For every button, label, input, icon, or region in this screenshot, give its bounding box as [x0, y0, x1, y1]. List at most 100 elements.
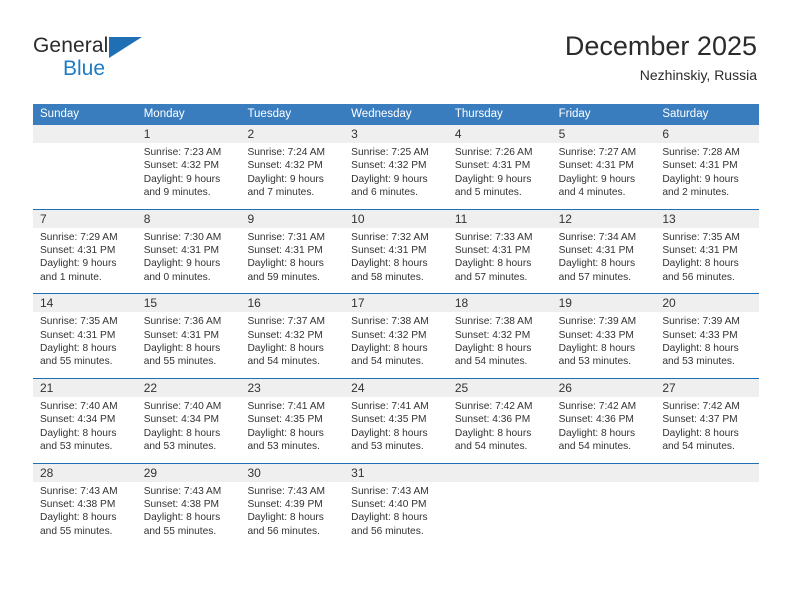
day-sun-info: Sunrise: 7:35 AM Sunset: 4:31 PM Daylight:… — [33, 312, 137, 378]
day-sun-info: Sunrise: 7:30 AM Sunset: 4:31 PM Daylight:… — [137, 228, 241, 294]
daylight-text: Daylight: 8 hours and 54 minutes. — [662, 427, 739, 453]
calendar-day-cell[interactable]: 3 Sunrise: 7:25 AM Sunset: 4:32 PM Daylight… — [344, 125, 448, 209]
calendar-day-cell[interactable]: 27 Sunrise: 7:42 AM Sunset: 4:37 PM Dayligh… — [655, 378, 760, 463]
weekday-header-row: Sunday Monday Tuesday Wednesday Thursday… — [33, 104, 759, 125]
calendar-day-cell[interactable]: 13 Sunrise: 7:35 AM Sunset: 4:31 PM Dayligh… — [655, 209, 760, 294]
day-sun-info: Sunrise: 7:43 AM Sunset: 4:38 PM Daylight:… — [137, 482, 241, 548]
weekday-header-tuesday: Tuesday — [247, 108, 292, 120]
day-number: 28 — [33, 463, 137, 482]
daylight-text: Daylight: 9 hours and 6 minutes. — [351, 173, 428, 199]
sunset-text: Sunset: 4:31 PM — [558, 160, 634, 172]
daylight-text: Daylight: 9 hours and 0 minutes. — [143, 258, 221, 283]
calendar-day-cell[interactable]: 20 Sunrise: 7:39 AM Sunset: 4:33 PM Dayligh… — [655, 294, 760, 378]
calendar-day-cell[interactable]: 21 Sunrise: 7:40 AM Sunset: 4:34 PM Dayligh… — [33, 378, 137, 463]
calendar-day-cell[interactable]: 11 Sunrise: 7:33 AM Sunset: 4:31 PM Dayligh… — [447, 209, 552, 294]
daylight-text: Daylight: 8 hours and 53 minutes. — [143, 427, 221, 453]
daylight-text: Daylight: 8 hours and 54 minutes. — [454, 427, 532, 453]
calendar-day-cell[interactable]: 22 Sunrise: 7:40 AM Sunset: 4:34 PM Dayligh… — [136, 378, 241, 463]
masthead: General Blue December 2025 Nezhinskiy, R… — [0, 0, 792, 104]
day-number: 11 — [447, 209, 552, 228]
calendar-page: General Blue December 2025 Nezhinskiy, R… — [0, 0, 792, 612]
sunset-text: Sunset: 4:40 PM — [351, 498, 427, 510]
calendar-day-cell[interactable]: 23 Sunrise: 7:41 AM Sunset: 4:35 PM Dayligh… — [240, 378, 345, 463]
calendar-day-cell[interactable]: 12 Sunrise: 7:34 AM Sunset: 4:31 PM Dayligh… — [551, 209, 656, 294]
day-number: 24 — [344, 378, 448, 397]
sunset-text: Sunset: 4:31 PM — [662, 160, 738, 172]
calendar-week-row: 14 Sunrise: 7:35 AM Sunset: 4:31 PM Dayligh… — [33, 293, 760, 378]
calendar-day-cell[interactable]: 15 Sunrise: 7:36 AM Sunset: 4:31 PM Dayligh… — [136, 294, 241, 378]
sunset-text: Sunset: 4:31 PM — [40, 245, 116, 257]
day-number: 29 — [136, 463, 241, 482]
sunrise-text: Sunrise: 7:32 AM — [351, 231, 429, 243]
day-number: 3 — [344, 125, 448, 143]
weekday-header-sunday: Sunday — [40, 108, 80, 120]
sunrise-text: Sunrise: 7:33 AM — [454, 231, 533, 243]
calendar-day-cell[interactable]: 17 Sunrise: 7:38 AM Sunset: 4:32 PM Dayligh… — [344, 294, 448, 378]
daylight-text: Daylight: 8 hours and 55 minutes. — [40, 343, 117, 368]
daylight-text: Daylight: 8 hours and 53 minutes. — [351, 427, 428, 453]
calendar-day-cell[interactable]: 31 Sunrise: 7:43 AM Sunset: 4:40 PM Dayligh… — [344, 463, 448, 548]
calendar-day-cell[interactable]: 24 Sunrise: 7:41 AM Sunset: 4:35 PM Dayligh… — [344, 378, 448, 463]
day-number: 17 — [344, 294, 448, 313]
sunset-text: Sunset: 4:32 PM — [454, 329, 531, 341]
calendar-day-cell-empty — [33, 125, 137, 209]
day-sun-info: Sunrise: 7:40 AM Sunset: 4:34 PM Daylight:… — [137, 397, 241, 463]
calendar-day-cell[interactable]: 18 Sunrise: 7:38 AM Sunset: 4:32 PM Dayligh… — [447, 294, 552, 378]
calendar-day-cell-empty — [655, 463, 760, 548]
sunset-text: Sunset: 4:31 PM — [662, 245, 738, 257]
calendar-day-cell[interactable]: 2 Sunrise: 7:24 AM Sunset: 4:32 PM Daylight… — [240, 125, 345, 209]
calendar-day-cell[interactable]: 8 Sunrise: 7:30 AM Sunset: 4:31 PM Daylight… — [136, 209, 241, 294]
day-sun-info: Sunrise: 7:33 AM Sunset: 4:31 PM Daylight:… — [448, 228, 552, 294]
sunset-text: Sunset: 4:35 PM — [247, 414, 323, 426]
sunrise-text: Sunrise: 7:42 AM — [662, 400, 740, 412]
sunrise-text: Sunrise: 7:37 AM — [247, 316, 326, 328]
day-sun-info: Sunrise: 7:43 AM Sunset: 4:39 PM Daylight:… — [240, 482, 344, 548]
calendar-day-cell[interactable]: 28 Sunrise: 7:43 AM Sunset: 4:38 PM Dayligh… — [33, 463, 137, 548]
triangle-icon — [109, 37, 142, 58]
calendar-day-cell[interactable]: 6 Sunrise: 7:28 AM Sunset: 4:31 PM Daylight… — [655, 125, 760, 209]
calendar-day-cell[interactable]: 25 Sunrise: 7:42 AM Sunset: 4:36 PM Dayligh… — [447, 378, 552, 463]
day-number: 20 — [655, 294, 760, 313]
daylight-text: Daylight: 8 hours and 54 minutes. — [247, 343, 324, 368]
day-number: 14 — [33, 294, 137, 313]
general-blue-logo[interactable]: General Blue — [33, 34, 183, 88]
sunrise-text: Sunrise: 7:39 AM — [662, 316, 740, 328]
calendar-day-cell[interactable]: 30 Sunrise: 7:43 AM Sunset: 4:39 PM Dayligh… — [240, 463, 345, 548]
day-sun-info: Sunrise: 7:35 AM Sunset: 4:31 PM Daylight:… — [655, 228, 759, 294]
sunset-text: Sunset: 4:31 PM — [351, 245, 427, 257]
calendar-day-cell[interactable]: 1 Sunrise: 7:23 AM Sunset: 4:32 PM Daylight… — [136, 125, 241, 209]
day-sun-info: Sunrise: 7:43 AM Sunset: 4:38 PM Daylight:… — [33, 482, 137, 548]
day-number: 5 — [551, 125, 656, 143]
calendar-day-cell[interactable]: 26 Sunrise: 7:42 AM Sunset: 4:36 PM Dayligh… — [551, 378, 656, 463]
day-number: 22 — [136, 378, 241, 397]
calendar-day-cell[interactable]: 9 Sunrise: 7:31 AM Sunset: 4:31 PM Daylight… — [240, 209, 345, 294]
daylight-text: Daylight: 8 hours and 56 minutes. — [662, 258, 739, 283]
weekday-header-monday: Monday — [143, 108, 185, 120]
calendar-day-cell[interactable]: 29 Sunrise: 7:43 AM Sunset: 4:38 PM Dayligh… — [136, 463, 241, 548]
daylight-text: Daylight: 8 hours and 56 minutes. — [351, 512, 428, 537]
sunrise-text: Sunrise: 7:26 AM — [454, 147, 533, 158]
calendar-day-cell[interactable]: 5 Sunrise: 7:27 AM Sunset: 4:31 PM Daylight… — [551, 125, 656, 209]
day-number: 27 — [655, 378, 760, 397]
daylight-text: Daylight: 8 hours and 54 minutes. — [558, 427, 636, 453]
day-sun-info: Sunrise: 7:37 AM Sunset: 4:32 PM Daylight:… — [240, 312, 344, 378]
page-title: December 2025 — [564, 31, 757, 61]
sunset-text: Sunset: 4:31 PM — [558, 245, 634, 257]
calendar-day-cell[interactable]: 14 Sunrise: 7:35 AM Sunset: 4:31 PM Dayligh… — [33, 294, 137, 378]
sunset-text: Sunset: 4:35 PM — [351, 414, 427, 426]
daylight-text: Daylight: 8 hours and 54 minutes. — [454, 343, 532, 368]
calendar-day-cell[interactable]: 10 Sunrise: 7:32 AM Sunset: 4:31 PM Dayligh… — [344, 209, 448, 294]
day-sun-info: Sunrise: 7:42 AM Sunset: 4:36 PM Daylight:… — [448, 397, 552, 463]
calendar-day-cell[interactable]: 4 Sunrise: 7:26 AM Sunset: 4:31 PM Daylight… — [447, 125, 552, 209]
daylight-text: Daylight: 8 hours and 55 minutes. — [143, 512, 221, 537]
calendar-day-cell[interactable]: 16 Sunrise: 7:37 AM Sunset: 4:32 PM Dayligh… — [240, 294, 345, 378]
calendar-day-cell[interactable]: 7 Sunrise: 7:29 AM Sunset: 4:31 PM Daylight… — [33, 209, 137, 294]
day-number: 16 — [240, 294, 345, 313]
day-sun-info: Sunrise: 7:32 AM Sunset: 4:31 PM Daylight:… — [344, 228, 448, 294]
calendar-week-row: 7 Sunrise: 7:29 AM Sunset: 4:31 PM Daylight… — [33, 208, 760, 294]
sunrise-text: Sunrise: 7:42 AM — [558, 400, 637, 412]
calendar-day-cell[interactable]: 19 Sunrise: 7:39 AM Sunset: 4:33 PM Dayligh… — [551, 294, 656, 378]
day-number: 7 — [33, 209, 137, 228]
day-sun-info: Sunrise: 7:43 AM Sunset: 4:40 PM Daylight:… — [344, 482, 448, 548]
day-number: 10 — [344, 209, 448, 228]
